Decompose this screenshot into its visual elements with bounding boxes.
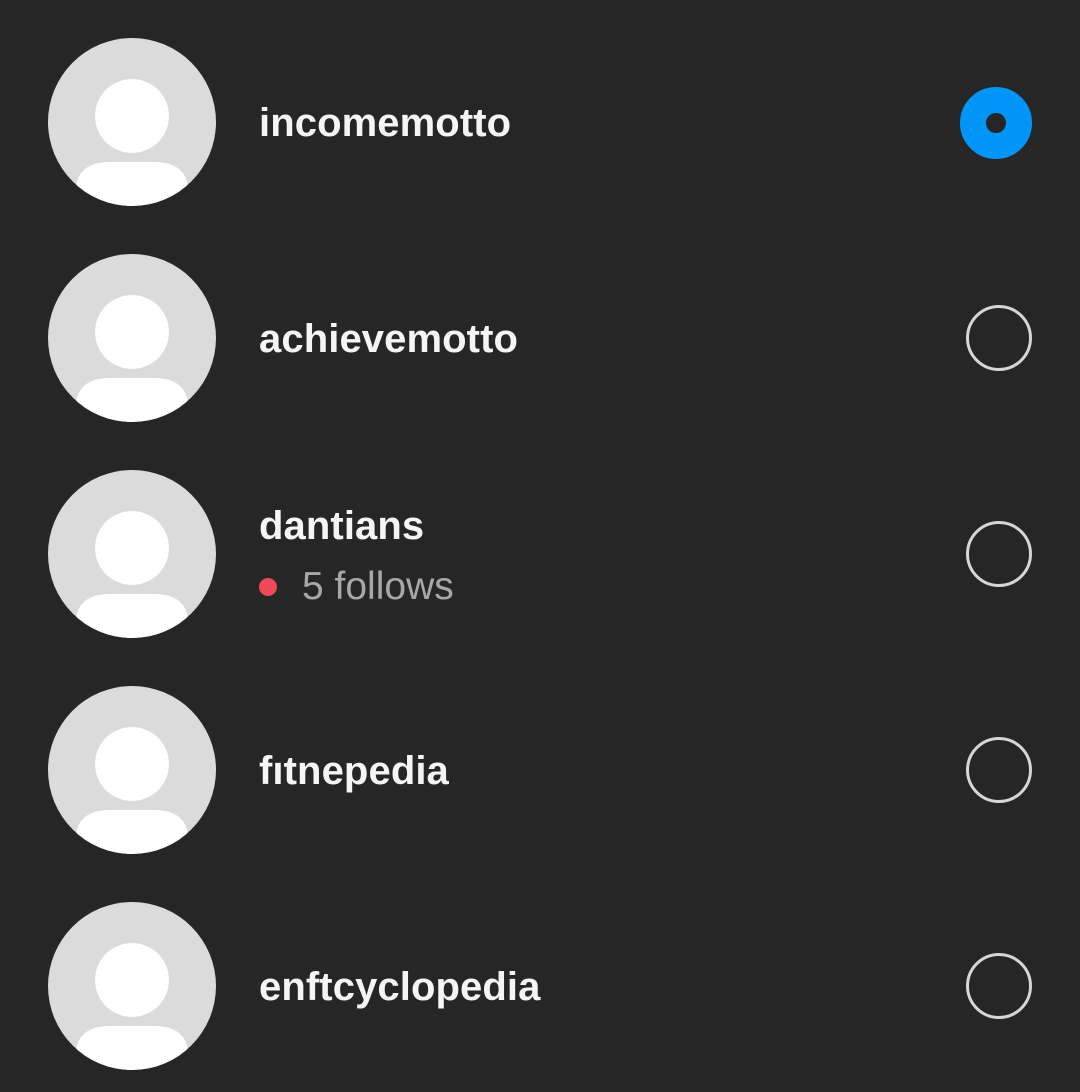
profile-silhouette-icon xyxy=(76,511,188,638)
radio-unselected-icon[interactable] xyxy=(966,737,1032,803)
avatar-default-icon xyxy=(48,470,216,638)
account-username: dantians xyxy=(259,504,425,548)
account-username: achievemotto xyxy=(259,317,519,361)
profile-silhouette-icon xyxy=(76,79,188,206)
account-row-enftcyclopedia[interactable]: enftcyclopedia xyxy=(0,864,1080,1080)
profile-silhouette-icon xyxy=(76,943,188,1070)
account-row-fitnepedia[interactable]: fıtnepedia xyxy=(0,648,1080,864)
avatar-default-icon xyxy=(48,686,216,854)
account-row-achievemotto[interactable]: achievemotto xyxy=(0,216,1080,432)
account-username: incomemotto xyxy=(259,101,512,145)
radio-unselected-icon[interactable] xyxy=(966,953,1032,1019)
account-list: incomemotto achievemotto dantians 5 foll… xyxy=(0,0,1080,1092)
radio-unselected-icon[interactable] xyxy=(966,305,1032,371)
profile-silhouette-icon xyxy=(76,727,188,854)
avatar-default-icon xyxy=(48,38,216,206)
account-row-dantians[interactable]: dantians 5 follows xyxy=(0,432,1080,648)
notification-dot-icon xyxy=(259,578,277,596)
radio-selected-icon[interactable] xyxy=(960,87,1032,159)
account-username: enftcyclopedia xyxy=(259,965,541,1009)
radio-unselected-icon[interactable] xyxy=(966,521,1032,587)
avatar-default-icon xyxy=(48,254,216,422)
account-username: fıtnepedia xyxy=(259,749,449,793)
account-row-incomemotto[interactable]: incomemotto xyxy=(0,0,1080,216)
follows-count: 5 follows xyxy=(302,565,454,608)
account-subtitle: 5 follows xyxy=(259,565,454,609)
profile-silhouette-icon xyxy=(76,295,188,422)
avatar-default-icon xyxy=(48,902,216,1070)
